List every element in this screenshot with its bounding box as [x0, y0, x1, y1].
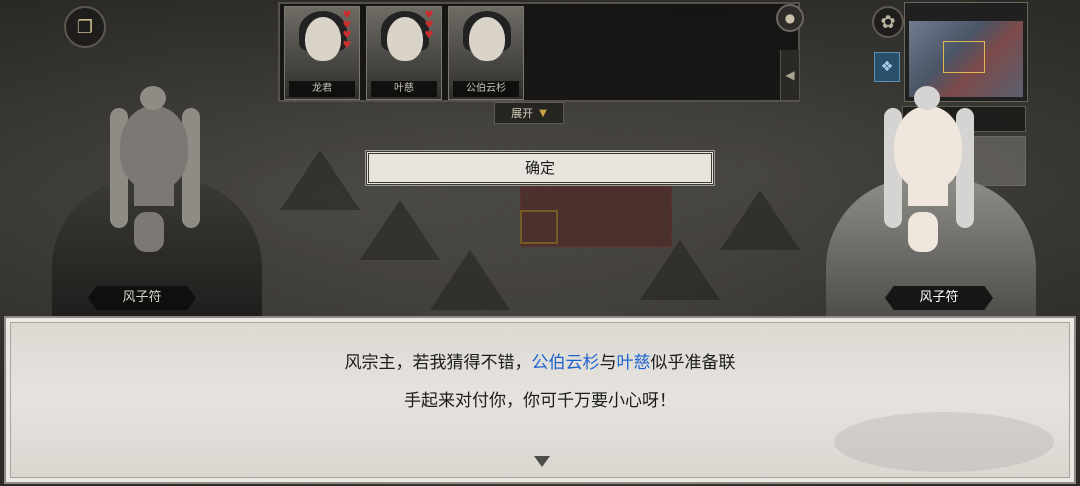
book-icon[interactable]: ❖	[874, 52, 900, 82]
speaker-nameplate-right: 风子符	[885, 286, 993, 310]
minimap-viewport	[943, 41, 985, 73]
right-character-portrait	[826, 86, 1036, 318]
dialogue-box[interactable]: 风宗主，若我猜得不错，公伯云杉与叶慈似乎准备联 手起来对付你，你可千万要小心呀！	[4, 316, 1076, 484]
left-character-portrait	[52, 86, 262, 318]
hero-card[interactable]: 公伯云杉	[448, 6, 524, 100]
character-hair-bun	[140, 86, 166, 110]
chevron-down-icon: ▼	[539, 107, 547, 119]
hero-name: 龙君	[289, 81, 355, 97]
character-hand	[134, 212, 164, 252]
hero-card[interactable]: ♥ ♥ ♥ ♥ 龙君	[284, 6, 360, 100]
hero-name: 公伯云杉	[453, 81, 519, 97]
expand-tab[interactable]: 展开 ▼	[494, 102, 564, 124]
next-arrow-icon[interactable]	[534, 456, 550, 467]
character-hand	[908, 212, 938, 252]
minimap-header	[905, 3, 1027, 19]
speaker-nameplate-left: 风子符	[88, 286, 196, 310]
gear-icon[interactable]: ✿	[872, 6, 904, 38]
character-head	[120, 106, 188, 190]
scroll-icon[interactable]: ❐	[64, 6, 106, 48]
hero-portrait-face	[305, 17, 341, 61]
hero-portrait-face	[469, 17, 505, 61]
hearts-icon: ♥ ♥ ♥ ♥	[342, 10, 352, 51]
hero-card[interactable]: ♥ ♥ ♥ 叶慈	[366, 6, 442, 100]
dialogue-text: 风宗主，若我猜得不错，公伯云杉与叶慈似乎准备联 手起来对付你，你可千万要小心呀！	[6, 344, 1074, 420]
hero-name: 叶慈	[371, 81, 437, 97]
character-head	[894, 106, 962, 190]
expand-label: 展开	[511, 107, 534, 120]
cloud-decoration	[834, 412, 1054, 472]
hero-portrait-face	[387, 17, 423, 61]
hearts-icon: ♥ ♥ ♥	[424, 10, 434, 41]
dialogue-segment: 似乎准备联	[650, 353, 736, 373]
party-menu-button[interactable]: ●	[776, 4, 804, 32]
dialogue-segment: 与	[599, 353, 617, 373]
highlighted-name: 公伯云杉	[531, 353, 600, 373]
character-hair-bun	[914, 86, 940, 110]
highlighted-name: 叶慈	[616, 353, 651, 373]
dialogue-line-2: 手起来对付你，你可千万要小心呀！	[404, 391, 676, 411]
dialogue-line-1: 风宗主，若我猜得不错，公伯云杉与叶慈似乎准备联	[6, 344, 1074, 382]
confirm-button[interactable]: 确定	[366, 151, 714, 185]
collapse-arrow-icon[interactable]: ◀	[780, 50, 799, 100]
dialogue-segment: 风宗主，若我猜得不错，	[344, 353, 532, 373]
party-panel: ♥ ♥ ♥ ♥ 龙君 ♥ ♥ ♥ 叶慈 公伯云杉	[278, 2, 800, 102]
